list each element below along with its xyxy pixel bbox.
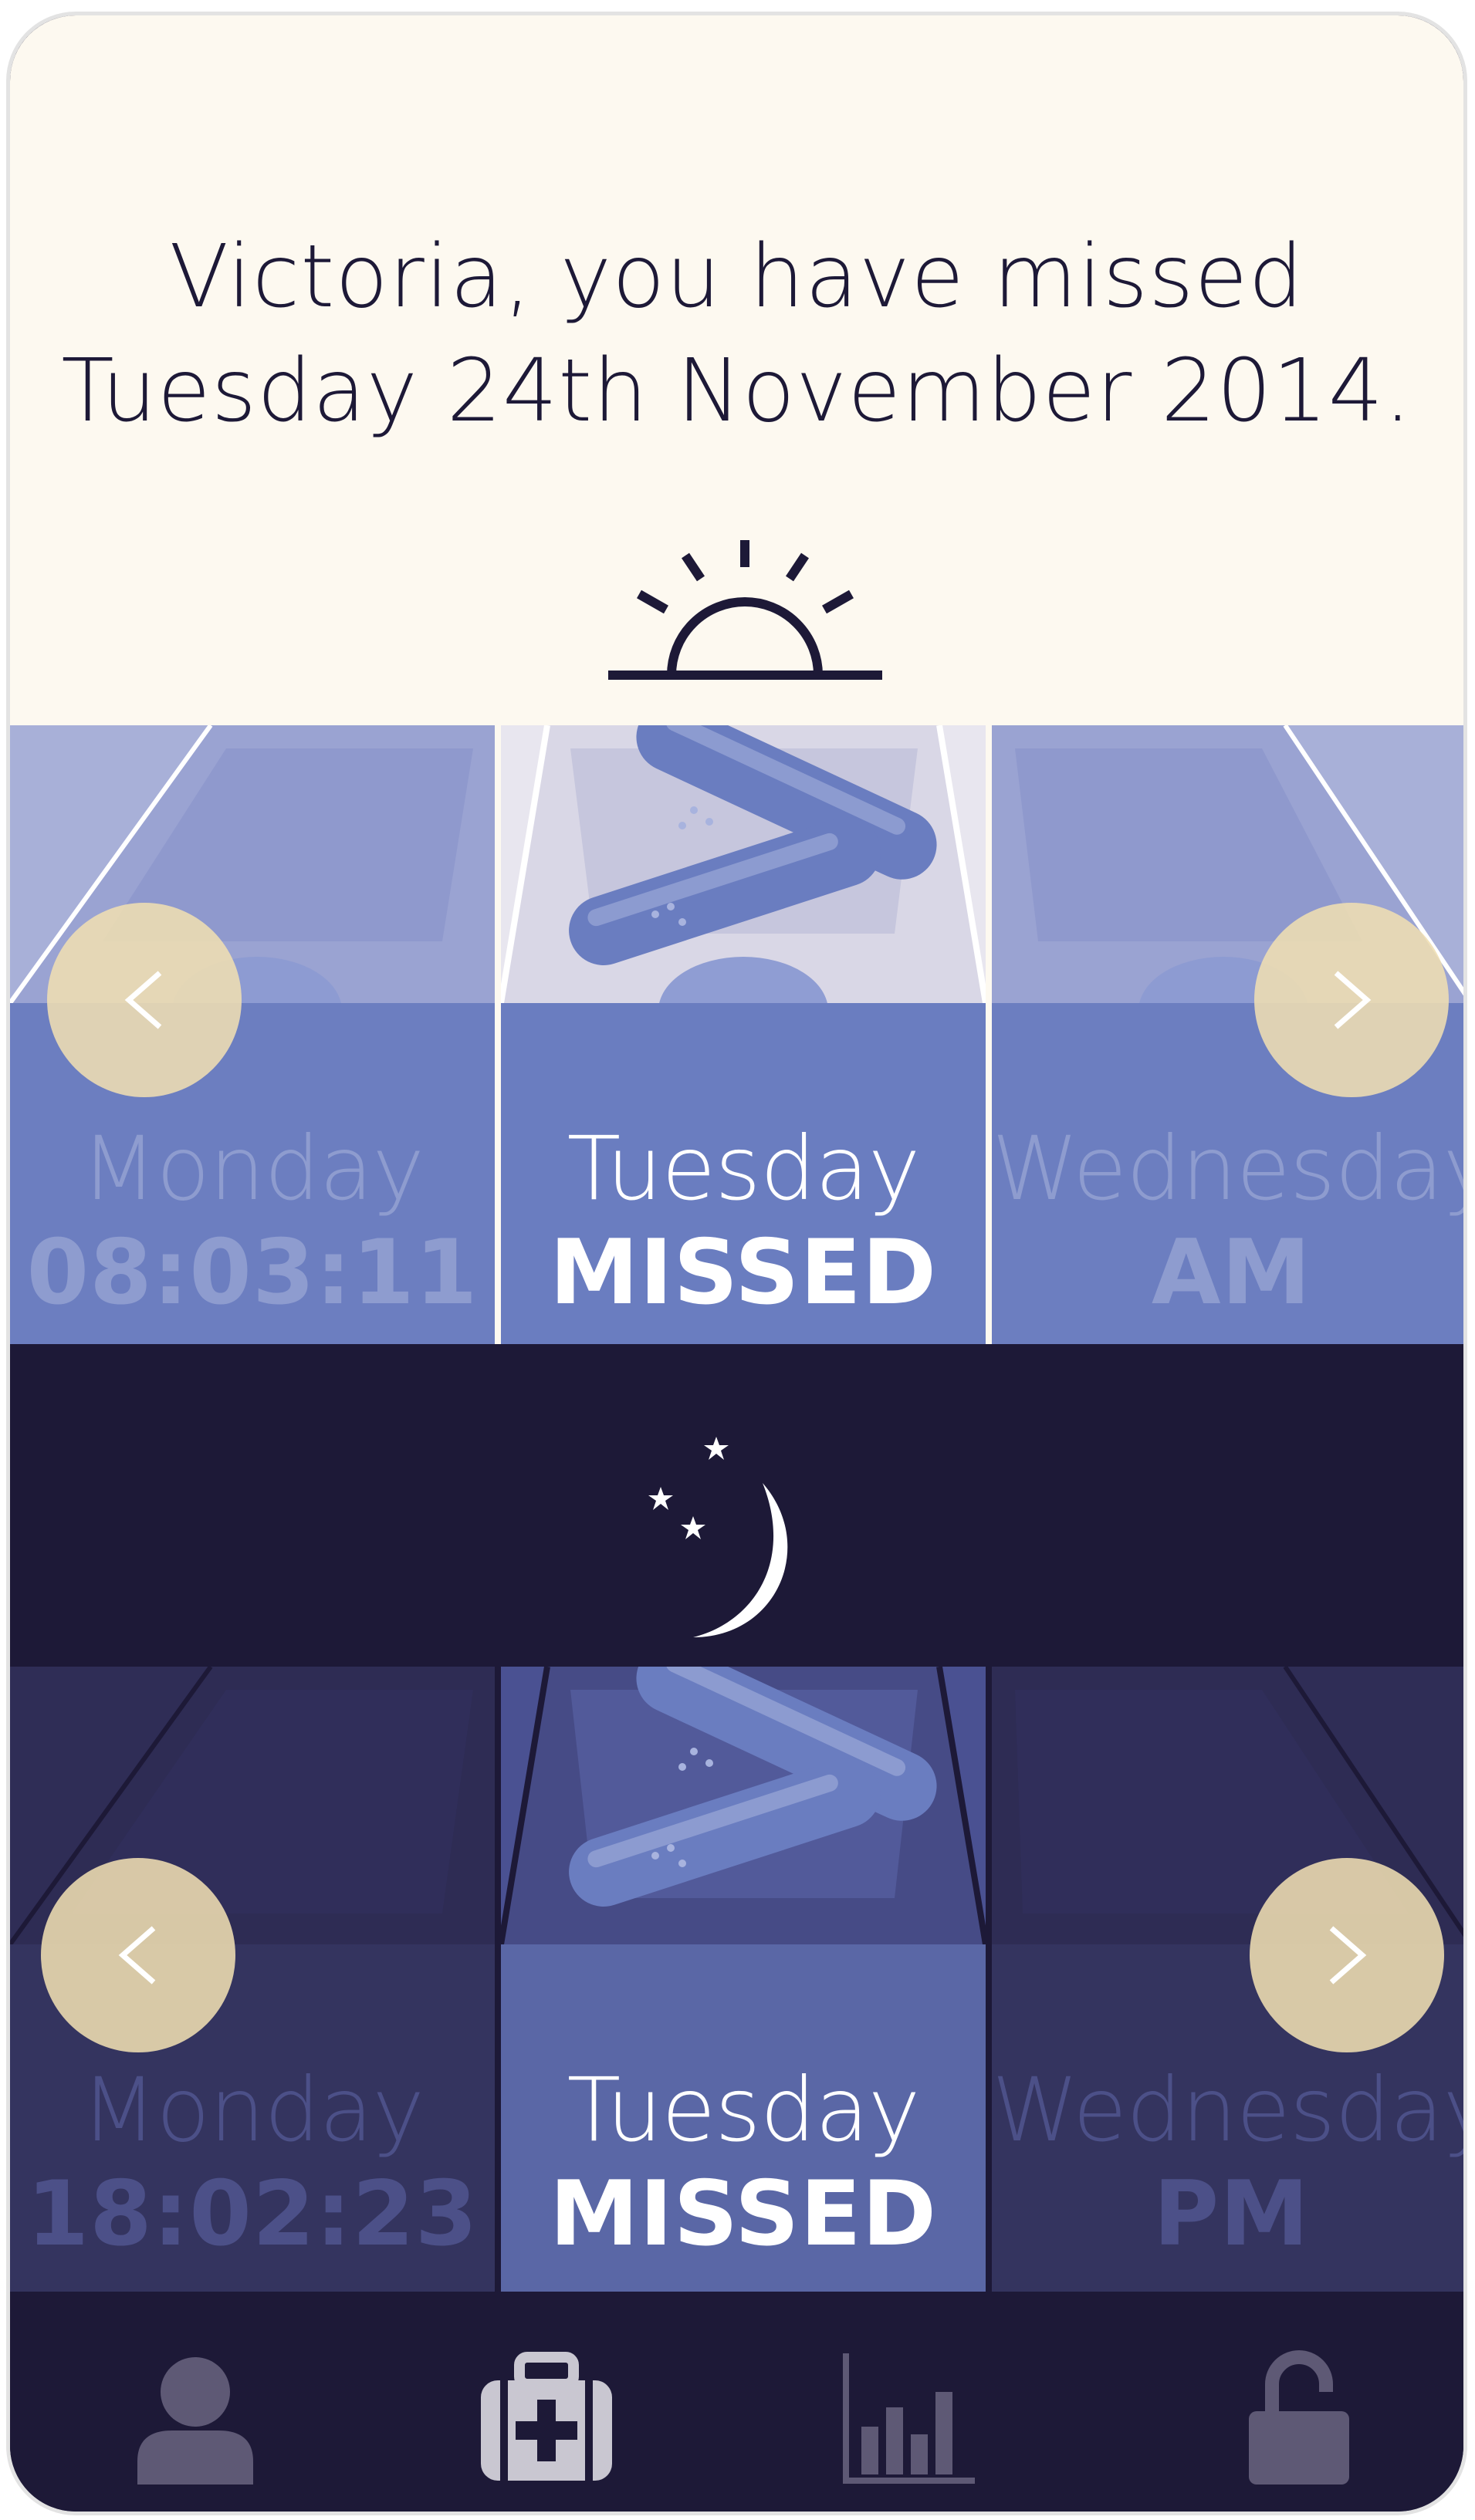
unlock-icon (1249, 2350, 1349, 2485)
day-status: AM (1151, 1221, 1312, 1325)
day-name: Wednesday (992, 1117, 1467, 1220)
chevron-right-icon (1334, 971, 1372, 1029)
tab-medication[interactable] (477, 2349, 616, 2488)
chevron-left-icon (118, 1926, 156, 1985)
day-status: 18:02:23 (26, 2162, 479, 2266)
morning-next-button[interactable] (1254, 903, 1449, 1097)
tab-lock[interactable] (1230, 2349, 1368, 2488)
user-icon (137, 2357, 253, 2485)
tab-profile[interactable] (126, 2349, 265, 2488)
compartment-label: Tuesday MISSED (501, 1944, 986, 2292)
compartment-well (501, 1667, 986, 1944)
day-name: Tuesday (567, 1117, 921, 1220)
app-frame: Victoria, you have missed Tuesday 24th N… (6, 12, 1467, 2515)
evening-compartment-tuesday[interactable]: Tuesday MISSED (501, 1667, 986, 2292)
compartment-label: Tuesday MISSED (501, 1003, 986, 1344)
sunrise-icon (608, 540, 882, 680)
day-name: Monday (80, 1117, 425, 1220)
evening-next-button[interactable] (1250, 1858, 1444, 2052)
evening-pill-tray: Monday 18:02:23 Tuesday MISSED Wednesday… (10, 1667, 1463, 2292)
day-name: Wednesday (992, 2059, 1467, 2161)
moon-stars-icon (648, 1437, 788, 1637)
day-status: MISSED (549, 2162, 937, 2266)
missed-message-line2: Tuesday 24th November 2014. (61, 341, 1412, 441)
medical-kit-icon (481, 2352, 612, 2481)
bar-chart-icon (843, 2353, 975, 2484)
chevron-right-icon (1329, 1926, 1367, 1985)
morning-prev-button[interactable] (47, 903, 242, 1097)
day-name: Monday (80, 2059, 425, 2161)
day-name: Tuesday (567, 2059, 921, 2161)
compartment-well (501, 725, 986, 1003)
day-status: PM (1153, 2162, 1310, 2266)
morning-pill-tray: Monday 08:03:11 Tuesday MISSED Wednesday… (10, 725, 1463, 1344)
tab-statistics[interactable] (840, 2349, 979, 2488)
evening-prev-button[interactable] (41, 1858, 235, 2052)
day-status: 08:03:11 (26, 1221, 479, 1325)
chevron-left-icon (124, 971, 162, 1029)
tab-bar (10, 2292, 1463, 2512)
morning-compartment-tuesday[interactable]: Tuesday MISSED (501, 725, 986, 1344)
missed-message-line1: Victoria, you have missed (169, 227, 1304, 327)
morning-section: Victoria, you have missed Tuesday 24th N… (10, 15, 1463, 1344)
day-status: MISSED (549, 1221, 937, 1325)
missed-message: Victoria, you have missed Tuesday 24th N… (10, 220, 1463, 448)
